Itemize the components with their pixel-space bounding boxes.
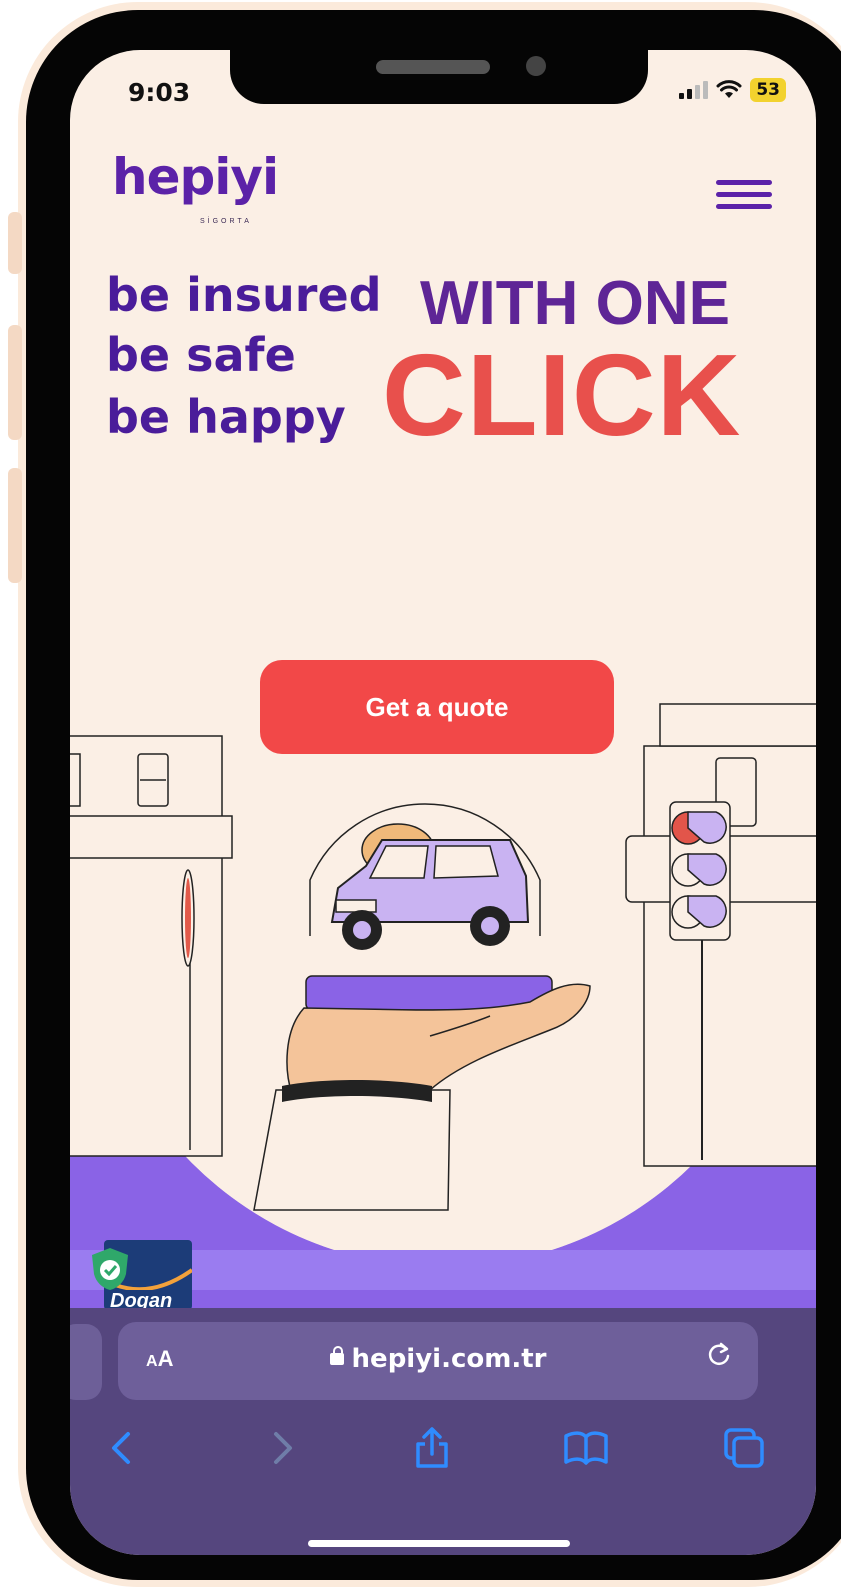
browser-toolbar: [70, 1416, 816, 1486]
forward-icon[interactable]: [258, 1424, 306, 1472]
wifi-icon: [716, 80, 742, 98]
tagline-insured: be insured: [106, 268, 382, 322]
status-time: 9:03: [128, 78, 191, 107]
phone-screen: 9:03 53 hepiyi SİGORTA be insured be saf…: [70, 50, 816, 1555]
trust-badge-text: Dogan: [110, 1290, 173, 1310]
reload-icon[interactable]: [704, 1340, 734, 1370]
tabs-icon[interactable]: [720, 1424, 768, 1472]
phone-volume-down-button: [8, 468, 22, 583]
camera: [526, 56, 546, 76]
battery-icon: 53: [750, 78, 786, 102]
logo-subtitle: SİGORTA: [200, 218, 252, 225]
home-indicator: [308, 1540, 570, 1547]
share-icon[interactable]: [408, 1424, 456, 1472]
phone-mute-button: [8, 212, 22, 274]
headline-click: CLICK: [382, 330, 742, 460]
signal-icon: [679, 81, 709, 99]
browser-chrome: AA hepiyi.com.tr: [70, 1308, 816, 1555]
speaker: [376, 60, 490, 74]
status-icons: 53: [679, 78, 786, 102]
get-a-quote-button[interactable]: Get a quote: [260, 660, 614, 754]
shield-check-icon: [92, 1248, 128, 1290]
previous-tab-preview[interactable]: [70, 1324, 102, 1400]
url-text[interactable]: hepiyi.com.tr: [118, 1344, 758, 1374]
menu-icon[interactable]: [716, 180, 772, 210]
bookmarks-icon[interactable]: [562, 1424, 610, 1472]
hepiyi-logo[interactable]: hepiyi: [112, 148, 279, 206]
tagline-safe: be safe: [106, 328, 296, 382]
car-insurance-illustration: [70, 690, 816, 1290]
notch: [230, 50, 648, 104]
back-icon[interactable]: [98, 1424, 146, 1472]
lock-icon: [329, 1346, 344, 1365]
tagline-happy: be happy: [106, 390, 346, 444]
address-bar[interactable]: AA hepiyi.com.tr: [118, 1322, 758, 1400]
phone-volume-up-button: [8, 325, 22, 440]
